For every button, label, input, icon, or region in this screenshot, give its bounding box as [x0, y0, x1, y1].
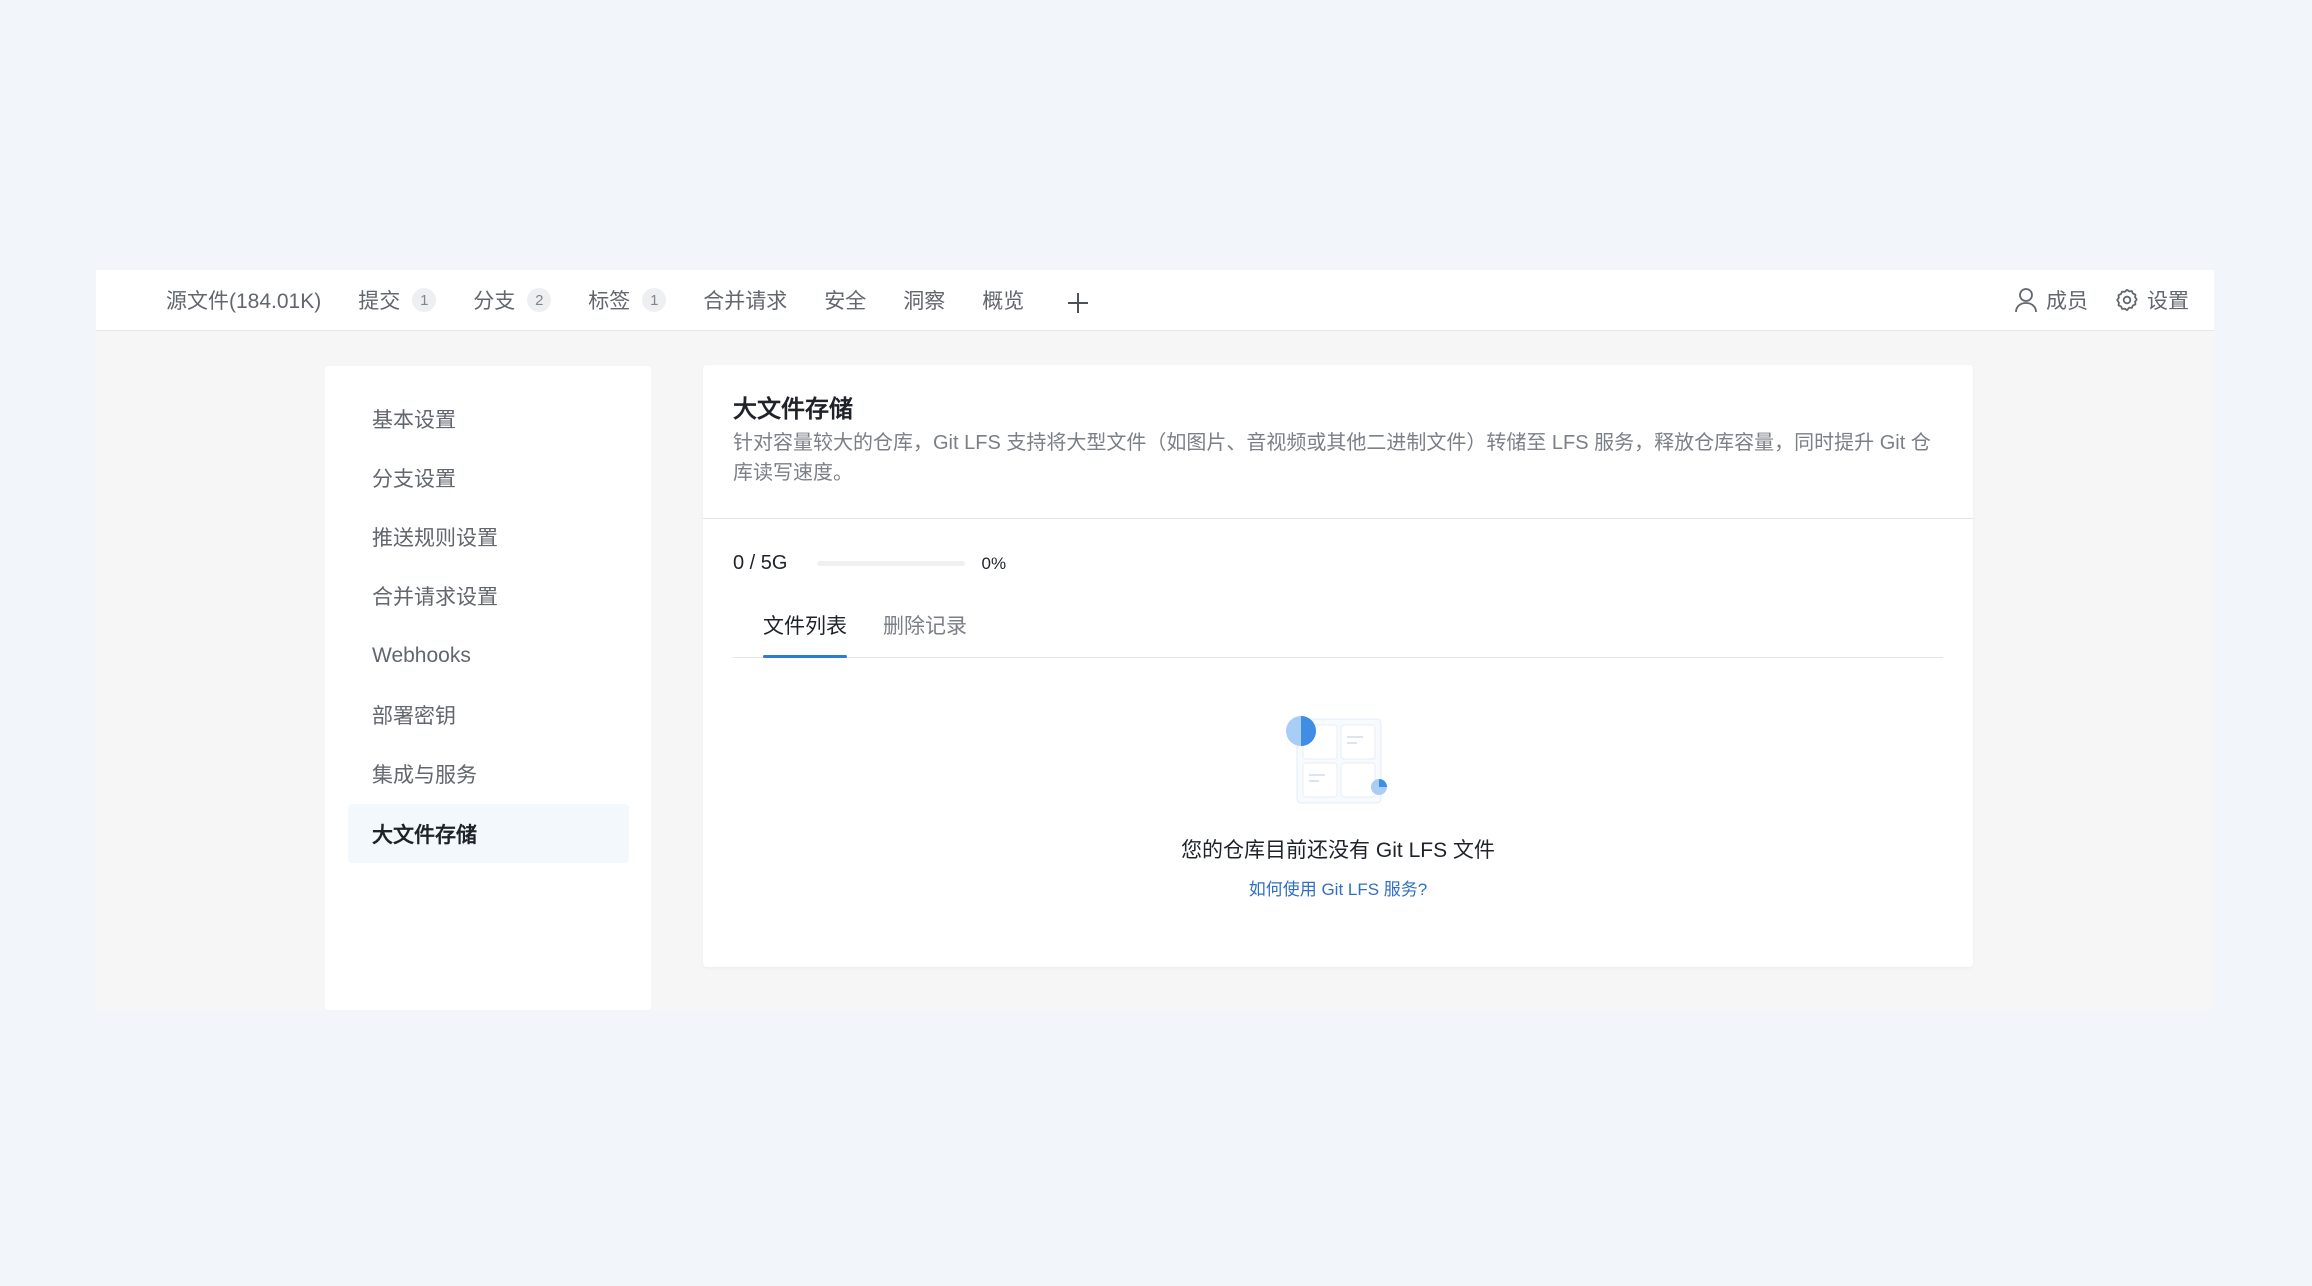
panel-header: 大文件存储 针对容量较大的仓库，Git LFS 支持将大型文件（如图片、音视频或… [703, 365, 1973, 519]
repo-nav-tabs: 源文件(184.01K) 提交 1 分支 2 标签 1 合并请求 安全 洞察 概览 [166, 270, 1090, 330]
page-title: 大文件存储 [733, 389, 853, 424]
sidebar-item-push-rules[interactable]: 推送规则设置 [348, 507, 629, 566]
empty-files-illustration [1283, 713, 1393, 813]
tab-label: 源文件(184.01K) [166, 285, 321, 315]
count-badge: 1 [642, 288, 666, 312]
count-badge: 2 [527, 288, 551, 312]
count-badge: 1 [412, 288, 436, 312]
tab-tags[interactable]: 标签 1 [588, 285, 666, 315]
members-label: 成员 [2046, 285, 2088, 315]
tab-security[interactable]: 安全 [824, 285, 866, 315]
tab-label: 合并请求 [703, 285, 787, 315]
storage-usage: 0 / 5G 0% [733, 552, 1006, 575]
repo-actions: 成员 设置 [1987, 270, 2189, 330]
tab-delete-records[interactable]: 删除记录 [883, 605, 967, 657]
tab-commits[interactable]: 提交 1 [358, 285, 436, 315]
tab-label: 标签 [588, 285, 630, 315]
tab-merge-requests[interactable]: 合并请求 [703, 285, 787, 315]
sidebar-item-integrations[interactable]: 集成与服务 [348, 744, 629, 803]
sidebar-item-deploy-keys[interactable]: 部署密钥 [348, 685, 629, 744]
tab-label: 概览 [982, 285, 1024, 315]
settings-button[interactable]: 设置 [2115, 285, 2189, 315]
lfs-help-link[interactable]: 如何使用 Git LFS 服务? [703, 875, 1973, 900]
tab-label: 分支 [473, 285, 515, 315]
tab-label: 安全 [824, 285, 866, 315]
page-description: 针对容量较大的仓库，Git LFS 支持将大型文件（如图片、音视频或其他二进制文… [733, 428, 1943, 488]
usage-text: 0 / 5G [733, 552, 787, 575]
tab-source-files[interactable]: 源文件(184.01K) [166, 285, 321, 315]
user-icon [2014, 287, 2038, 313]
sidebar-item-branch[interactable]: 分支设置 [348, 448, 629, 507]
repo-topbar: 源文件(184.01K) 提交 1 分支 2 标签 1 合并请求 安全 洞察 概览 成… [96, 270, 2214, 331]
tab-file-list[interactable]: 文件列表 [763, 605, 847, 657]
tab-label: 提交 [358, 285, 400, 315]
repo-settings-frame: 源文件(184.01K) 提交 1 分支 2 标签 1 合并请求 安全 洞察 概览 成… [96, 270, 2214, 1010]
plus-icon[interactable] [1066, 291, 1090, 315]
members-button[interactable]: 成员 [2014, 285, 2088, 315]
settings-label: 设置 [2147, 285, 2189, 315]
tab-insights[interactable]: 洞察 [903, 285, 945, 315]
empty-state-text: 您的仓库目前还没有 Git LFS 文件 [703, 834, 1973, 864]
sidebar-item-lfs[interactable]: 大文件存储 [348, 804, 629, 863]
lfs-tabs: 文件列表 删除记录 [733, 605, 1943, 658]
usage-progress-bar [817, 561, 965, 566]
sidebar-item-basic[interactable]: 基本设置 [348, 389, 629, 448]
tab-label: 洞察 [903, 285, 945, 315]
usage-percent: 0% [981, 554, 1006, 574]
settings-sidebar: 基本设置 分支设置 推送规则设置 合并请求设置 Webhooks 部署密钥 集成… [325, 366, 651, 1010]
tab-branches[interactable]: 分支 2 [473, 285, 551, 315]
lfs-panel: 大文件存储 针对容量较大的仓库，Git LFS 支持将大型文件（如图片、音视频或… [703, 365, 1973, 967]
tab-overview[interactable]: 概览 [982, 285, 1024, 315]
gear-icon [2115, 288, 2139, 312]
sidebar-item-webhooks[interactable]: Webhooks [348, 626, 629, 685]
sidebar-item-merge-request[interactable]: 合并请求设置 [348, 566, 629, 625]
